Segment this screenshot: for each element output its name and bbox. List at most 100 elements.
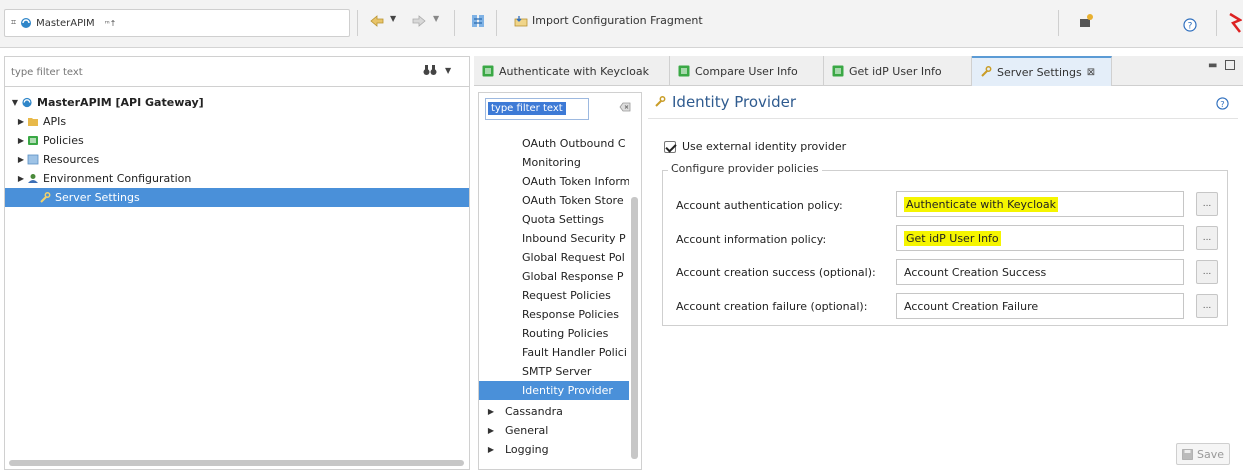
tree-item-environment-configuration[interactable]: ▶ Environment Configuration [5,169,469,188]
nav-item-cassandra[interactable]: ▶ Cassandra [479,402,629,421]
tree-item-label: Environment Configuration [43,172,192,185]
info-policy-label: Account information policy: [676,233,827,246]
nav-item-logging[interactable]: ▶ Logging [479,440,629,459]
tab-compare-user-info[interactable]: Compare User Info [670,56,824,86]
compare-icon[interactable] [471,14,485,28]
expand-arrow-icon[interactable]: ▶ [15,136,27,145]
tree-item-server-settings[interactable]: Server Settings [5,188,469,207]
forward-arrow-icon[interactable] [412,15,426,27]
policies-icon [28,136,38,145]
nav-item-response-policies[interactable]: Response Policies [479,305,629,324]
save-label: Save [1196,447,1224,461]
import-configuration-fragment-button[interactable]: Import Configuration Fragment [514,14,703,27]
folder-icon [28,118,38,126]
toolbar-separator [1058,10,1059,36]
nav-item-smtp-server[interactable]: SMTP Server [479,362,629,381]
group-legend: Configure provider policies [668,162,822,175]
expand-arrow-icon[interactable]: ▶ [485,426,497,435]
creation-failure-field[interactable]: Account Creation Failure [896,293,1184,319]
nav-item-general[interactable]: ▶ General [479,421,629,440]
use-external-idp-checkbox[interactable] [664,140,676,153]
nav-item-label: Fault Handler Polici [522,346,627,359]
creation-failure-browse-button[interactable]: ... [1196,294,1218,318]
brand-logo-icon [1228,12,1242,34]
tree-item-label: Policies [43,134,84,147]
binoculars-icon[interactable] [423,64,437,79]
editor-tab-bar: Authenticate with Keycloak Compare User … [474,56,1243,86]
svg-text:?: ? [1220,99,1224,109]
help-icon[interactable]: ? [1216,97,1229,113]
project-name: MasterAPIM [36,17,95,29]
nav-item-routing-policies[interactable]: Routing Policies [479,324,629,343]
tree-item-apis[interactable]: ▶ APIs [5,112,469,131]
nav-item-oauth-outbound[interactable]: OAuth Outbound C [479,134,629,153]
tree-item-label: Server Settings [55,191,140,204]
expand-arrow-icon[interactable]: ▶ [15,117,27,126]
nav-item-fault-handler-policies[interactable]: Fault Handler Polici [479,343,629,362]
forward-dropdown-icon[interactable]: ▼ [433,14,439,23]
tree-item-resources[interactable]: ▶ Resources [5,150,469,169]
info-policy-browse-button[interactable]: ... [1196,226,1218,250]
explorer-filter-input[interactable] [9,62,409,82]
nav-item-identity-provider[interactable]: Identity Provider [479,381,629,400]
nav-item-label: Monitoring [522,156,581,169]
maximize-icon[interactable] [1225,60,1235,70]
tree-item-label: Resources [43,153,100,166]
minimize-icon[interactable]: ▬ [1208,60,1217,71]
nav-item-oauth-token-info[interactable]: OAuth Token Inform [479,172,629,191]
wrench-icon [981,66,992,77]
nav-item-global-response-policies[interactable]: Global Response P [479,267,629,286]
clear-filter-icon[interactable] [619,101,631,116]
filter-dropdown-icon[interactable]: ▼ [445,66,451,75]
nav-item-label: Identity Provider [522,384,613,397]
tab-server-settings[interactable]: Server Settings ⊠ [972,56,1112,86]
auth-policy-field[interactable]: Authenticate with Keycloak [896,191,1184,217]
use-external-idp-row[interactable]: Use external identity provider [664,140,846,153]
expand-arrow-icon[interactable]: ▶ [15,155,27,164]
tab-close-icon[interactable]: ⊠ [1087,67,1095,78]
save-icon [1182,448,1193,460]
creation-success-browse-button[interactable]: ... [1196,260,1218,284]
toolbar-separator [454,10,455,36]
nav-item-oauth-token-store[interactable]: OAuth Token Store [479,191,629,210]
nav-item-monitoring[interactable]: Monitoring [479,153,629,172]
nav-item-quota-settings[interactable]: Quota Settings [479,210,629,229]
back-arrow-icon[interactable] [370,15,384,27]
tab-label: Get idP User Info [849,64,942,78]
nav-item-request-policies[interactable]: Request Policies [479,286,629,305]
tab-get-idp-user-info[interactable]: Get idP User Info [824,56,972,86]
wrench-icon [40,192,51,203]
nav-item-label: Routing Policies [522,327,609,340]
help-icon[interactable]: ? [1183,18,1197,32]
nav-item-inbound-security[interactable]: Inbound Security P [479,229,629,248]
expand-arrow-icon[interactable]: ▼ [9,98,21,107]
nav-item-global-request-policies[interactable]: Global Request Pol [479,248,629,267]
import-icon [514,15,528,26]
tab-authenticate-with-keycloak[interactable]: Authenticate with Keycloak [474,56,670,86]
save-button[interactable]: Save [1176,443,1230,465]
main-toolbar: ⌗ MasterAPIM ᵐ↑ ▼ ▼ Import Configuration… [0,0,1243,48]
pin-icon: ᵐ↑ [104,18,117,28]
nav-item-label: Cassandra [505,405,563,418]
back-dropdown-icon[interactable]: ▼ [390,14,396,23]
auth-policy-label: Account authentication policy: [676,199,843,212]
expand-arrow-icon[interactable]: ▶ [485,445,497,454]
settings-filter-input[interactable]: type filter text [485,98,589,120]
expand-arrow-icon[interactable]: ▶ [15,174,27,183]
creation-success-field[interactable]: Account Creation Success [896,259,1184,285]
toolbar-separator [357,10,358,36]
info-policy-field[interactable]: Get idP User Info [896,225,1184,251]
deploy-icon[interactable] [1078,13,1094,29]
nav-vertical-scrollbar[interactable] [631,197,638,459]
tab-label: Compare User Info [695,64,798,78]
project-selector[interactable]: ⌗ MasterAPIM ᵐ↑ [4,9,350,37]
auth-policy-browse-button[interactable]: ... [1196,192,1218,216]
tree-item-masterapim[interactable]: ▼ MasterAPIM [API Gateway] [5,93,469,112]
explorer-horizontal-scrollbar[interactable] [9,460,464,466]
expand-arrow-icon[interactable]: ▶ [485,407,497,416]
creation-success-label: Account creation success (optional): [676,266,876,279]
tree-item-policies[interactable]: ▶ Policies [5,131,469,150]
nav-item-label: OAuth Outbound C [522,137,626,150]
toolbar-separator [496,10,497,36]
project-explorer-panel: ▼ ▼ MasterAPIM [API Gateway] ▶ APIs ▶ Po… [4,56,470,470]
